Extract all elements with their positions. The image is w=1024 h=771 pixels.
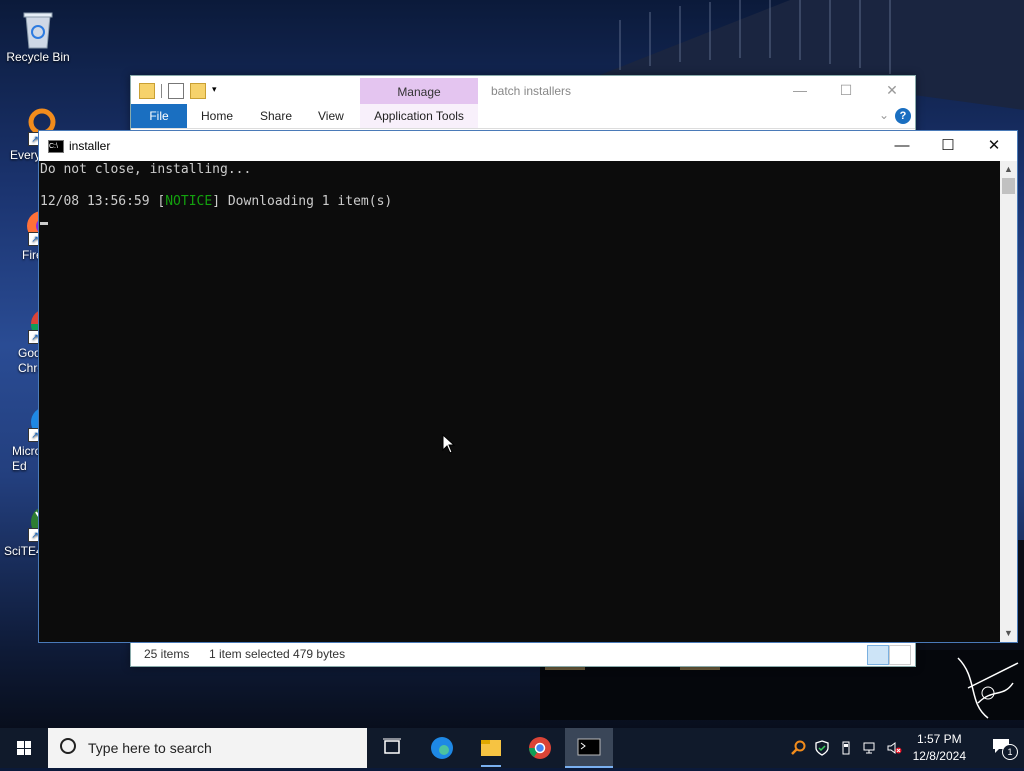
tab-home[interactable]: Home [201,104,233,128]
start-button[interactable] [0,728,48,768]
properties-icon[interactable] [168,83,184,99]
window-title: batch installers [491,84,572,98]
recycle-bin-icon [20,10,56,49]
system-clock[interactable]: 1:57 PM 12/8/2024 [913,731,966,765]
separator [161,84,162,98]
tab-view[interactable]: View [318,104,344,128]
mouse-pointer-icon [442,434,456,454]
details-view-icon[interactable] [867,645,889,665]
large-icons-view-icon[interactable] [889,645,911,665]
desktop-icon-recycle-bin[interactable]: Recycle Bin [4,10,72,64]
log-message: ] Downloading 1 item(s) [212,194,393,209]
taskbar-terminal[interactable] [565,728,613,768]
help-icon[interactable]: ? [895,108,911,124]
console-title: installer [69,139,111,153]
tab-file[interactable]: File [131,104,187,128]
taskbar: Type here to search 1:57 PM 12/8/2024 1 [0,728,1024,768]
explorer-titlebar[interactable]: ▾ Manage batch installers — ☐ ✕ [131,76,915,106]
security-shield-icon[interactable] [814,740,830,756]
expand-ribbon-icon[interactable]: ⌄ [879,108,889,122]
manage-contextual-tab[interactable]: Manage [360,78,478,106]
clock-time: 1:57 PM [916,732,962,746]
vertical-scrollbar[interactable]: ▲ ▼ [1000,161,1017,642]
customize-dropdown-icon[interactable]: ▾ [212,84,226,98]
scrollbar-thumb[interactable] [1002,178,1015,194]
console-line: Do not close, installing... [40,162,252,177]
usb-device-icon[interactable] [838,740,854,756]
taskbar-edge[interactable] [418,728,466,768]
search-box[interactable]: Type here to search [48,728,367,768]
edge-icon [431,737,453,759]
terminal-icon [577,738,601,756]
text-cursor [40,222,48,225]
windows-logo-icon [17,741,31,755]
console-window[interactable]: C:\ installer — ☐ ✕ Do not close, instal… [38,130,1018,643]
log-timestamp: 12/08 13:56:59 [ [40,194,166,209]
item-count: 25 items [144,647,190,661]
maximize-button[interactable]: ☐ [925,131,971,161]
desktop-icon-label: Recycle Bin [6,50,70,64]
close-button[interactable]: ✕ [869,76,915,104]
volume-muted-icon[interactable] [886,740,902,756]
task-view-button[interactable] [368,728,416,768]
task-view-icon [383,738,401,754]
console-line: 12/08 13:56:59 [NOTICE] Downloading 1 it… [40,194,392,209]
search-icon [60,738,76,754]
tab-share[interactable]: Share [260,104,292,128]
network-icon[interactable] [862,740,878,756]
clock-date: 12/8/2024 [912,749,966,763]
taskbar-chrome[interactable] [516,728,564,768]
console-output[interactable]: Do not close, installing... 12/08 13:56:… [39,161,999,642]
search-tool-icon[interactable] [790,740,806,756]
minimize-button[interactable]: — [879,131,925,161]
quick-access-toolbar: ▾ [139,83,226,99]
folder-icon[interactable] [139,83,155,99]
notification-center-button[interactable]: 1 [992,738,1018,760]
chrome-icon [529,737,551,759]
scroll-down-icon[interactable]: ▼ [1000,625,1017,642]
console-app-icon: C:\ [48,140,64,153]
scroll-up-icon[interactable]: ▲ [1000,161,1017,178]
search-placeholder: Type here to search [88,740,212,756]
selection-info: 1 item selected 479 bytes [209,647,346,661]
console-titlebar[interactable]: C:\ installer — ☐ ✕ [39,131,1017,161]
minimize-button[interactable]: — [777,76,823,104]
log-level-notice: NOTICE [165,194,213,209]
signature-watermark [957,657,1019,719]
close-button[interactable]: ✕ [971,131,1017,161]
new-folder-icon[interactable] [190,83,206,99]
maximize-button[interactable]: ☐ [823,76,869,104]
status-bar: 25 items 1 item selected 479 bytes [131,641,915,666]
ribbon-tabs: File Home Share View Application Tools ⌄… [131,104,915,129]
taskbar-file-explorer[interactable] [467,728,515,768]
notification-count-badge: 1 [1002,744,1018,760]
tab-application-tools[interactable]: Application Tools [360,104,478,128]
folder-icon [481,740,501,767]
